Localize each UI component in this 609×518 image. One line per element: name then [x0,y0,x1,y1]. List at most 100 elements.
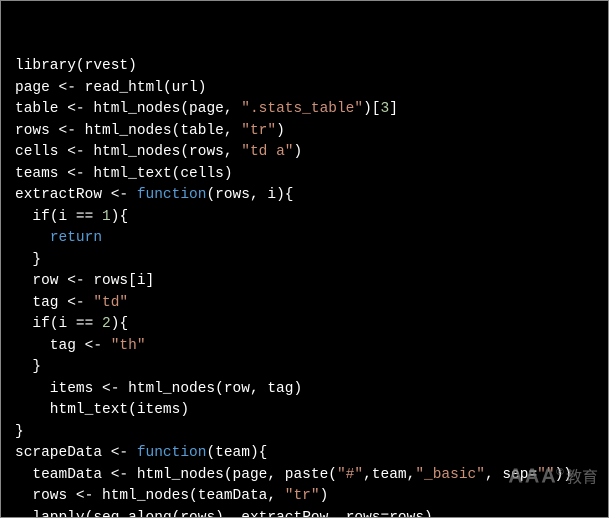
code-token: } [32,359,41,375]
code-token: page [15,80,59,96]
code-token: rvest [85,58,129,74]
code-block: library(rvest)page <- read_html(url)tabl… [0,0,609,518]
code-token: html_text [85,166,172,182]
code-token: table [15,101,67,117]
code-token: i [137,273,146,289]
code-line: if(i == 1){ [15,207,594,229]
code-token: <- [67,295,84,311]
code-token: <- [111,187,128,203]
code-token: <- [67,273,84,289]
code-token: ) [250,445,259,461]
code-token: teams [15,166,67,182]
code-token: rows [15,123,59,139]
code-token: , [224,510,241,518]
code-line: rows <- html_nodes(teamData, "tr") [15,486,594,508]
code-token: html_text [15,402,128,418]
code-token: <- [59,80,76,96]
code-token: , [407,467,416,483]
code-token: items [15,381,102,397]
code-token: function [137,187,207,203]
code-line: cells <- html_nodes(rows, "td a") [15,142,594,164]
code-token: html_nodes [119,381,215,397]
code-token: team [215,445,250,461]
code-token: ( [328,467,337,483]
code-token: "tr" [241,123,276,139]
code-line: scrapeData <- function(team){ [15,443,594,465]
code-line: if(i == 2){ [15,314,594,336]
code-token: i [59,316,76,332]
code-token: ) [293,381,302,397]
code-token: <- [111,467,128,483]
code-token [102,338,111,354]
code-token: table [180,123,224,139]
code-token: , [328,510,345,518]
code-token [15,209,32,225]
code-token: ( [189,488,198,504]
code-token: ( [50,316,59,332]
code-token: 1 [102,209,111,225]
code-token: <- [111,445,128,461]
code-token: <- [67,144,84,160]
code-token: html_nodes [85,101,181,117]
code-token: ) [276,123,285,139]
code-token: ) [293,144,302,160]
code-token: "#" [337,467,363,483]
code-line: tag <- "th" [15,336,594,358]
code-token: teamData [15,467,111,483]
code-token: library [15,58,76,74]
code-token: ) [224,166,233,182]
code-token: ( [128,402,137,418]
code-token: page [233,467,268,483]
code-line: return [15,228,594,250]
code-token: { [119,209,128,225]
code-token: = [528,467,537,483]
code-token: ( [163,80,172,96]
code-token: ( [215,381,224,397]
code-token: rows [389,510,424,518]
code-token: tag [15,338,85,354]
code-token: function [137,445,207,461]
code-token: if [32,316,49,332]
code-token: ) [215,510,224,518]
code-token: teamData [198,488,268,504]
code-line: library(rvest) [15,56,594,78]
code-token: i [267,187,276,203]
code-token: rows [346,510,381,518]
code-token: tag [267,381,293,397]
code-token: <- [76,488,93,504]
code-token: html_nodes [93,488,189,504]
code-token: 2 [102,316,111,332]
code-token: html_nodes [76,123,172,139]
code-token: , [267,488,284,504]
code-token: ".stats_table" [241,101,363,117]
code-token: == [76,316,93,332]
code-line: page <- read_html(url) [15,78,594,100]
code-line: tag <- "td" [15,293,594,315]
code-token: ( [224,467,233,483]
code-token [15,316,32,332]
code-token: tag [15,295,67,311]
code-token: read_html [76,80,163,96]
code-token: ) [424,510,433,518]
code-token: <- [67,166,84,182]
code-token: url [172,80,198,96]
code-token: cells [15,144,67,160]
code-token: lapply [15,510,85,518]
code-token: ( [206,187,215,203]
code-lines: library(rvest)page <- read_html(url)tabl… [15,56,594,518]
code-token: <- [59,123,76,139]
code-token: "td" [93,295,128,311]
code-token: ) [198,80,207,96]
code-line: rows <- html_nodes(table, "tr") [15,121,594,143]
code-token: html_nodes [128,467,224,483]
code-token: "_basic" [415,467,485,483]
code-token: } [32,252,41,268]
code-token: ( [76,58,85,74]
code-token: seq_along [93,510,171,518]
code-token: , [250,187,267,203]
code-token [15,359,32,375]
code-token: <- [67,101,84,117]
code-line: } [15,422,594,444]
code-token: paste [285,467,329,483]
code-token: ) [180,402,189,418]
